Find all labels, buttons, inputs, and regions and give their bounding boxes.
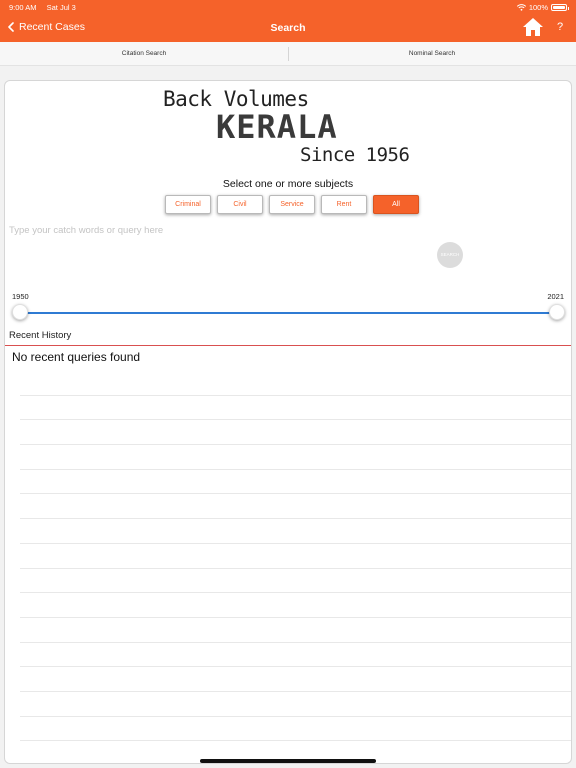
subject-all-button[interactable]: All (373, 195, 419, 214)
top-bar: 9:00 AM Sat Jul 3 100% Recent Cases Sear… (0, 0, 576, 42)
year-min-label: 1950 (12, 292, 29, 301)
logo-line-3: Since 1956 (300, 144, 410, 166)
home-indicator (200, 759, 376, 763)
list-item (20, 593, 571, 618)
status-bar: 9:00 AM Sat Jul 3 100% (9, 2, 569, 12)
status-time: 9:00 AM (9, 2, 37, 12)
list-item (20, 569, 571, 594)
list-item (20, 371, 571, 396)
logo-line-2: KERALA (216, 108, 338, 146)
year-max-label: 2021 (547, 292, 564, 301)
list-item (20, 445, 571, 470)
subject-rent-button[interactable]: Rent (321, 195, 367, 214)
search-button[interactable]: SEARCH (437, 242, 463, 268)
list-item (20, 470, 571, 495)
list-item (20, 643, 571, 668)
subject-prompt: Select one or more subjects (222, 178, 354, 190)
year-range-low-handle[interactable] (12, 304, 28, 320)
list-item (20, 519, 571, 544)
help-button[interactable]: ? (557, 21, 563, 33)
navigation-bar: Recent Cases Search ? (0, 14, 576, 42)
recent-history-divider (5, 345, 571, 346)
list-item (20, 420, 571, 446)
battery-icon (551, 3, 569, 11)
list-item (20, 494, 571, 520)
status-date: Sat Jul 3 (46, 2, 76, 12)
subject-service-button[interactable]: Service (269, 195, 315, 214)
empty-history-message: No recent queries found (12, 350, 141, 364)
subject-filter-group: Criminal Civil Service Rent All (165, 195, 419, 214)
year-range-track[interactable] (19, 312, 557, 314)
subject-civil-button[interactable]: Civil (217, 195, 263, 214)
home-icon[interactable] (522, 17, 544, 37)
list-item (20, 667, 571, 692)
list-item (20, 692, 571, 717)
app-logo: Back Volumes KERALA Since 1956 (163, 87, 423, 169)
subject-criminal-button[interactable]: Criminal (165, 195, 211, 214)
query-input[interactable] (9, 221, 429, 239)
year-range-high-handle[interactable] (549, 304, 565, 320)
page-title: Search (270, 22, 306, 34)
history-list (20, 371, 571, 742)
segment-nominal-search[interactable]: Nominal Search (288, 42, 576, 65)
search-mode-segments: Citation Search Nominal Search (0, 42, 576, 66)
battery-percent: 100% (528, 2, 548, 12)
segment-divider (288, 47, 289, 61)
segment-citation-search[interactable]: Citation Search (0, 42, 288, 65)
list-item (20, 396, 571, 421)
wifi-icon (516, 3, 526, 11)
list-item (20, 544, 571, 569)
list-item (20, 717, 571, 742)
recent-history-heading: Recent History (9, 330, 72, 341)
list-item (20, 618, 571, 643)
search-card: Back Volumes KERALA Since 1956 Select on… (4, 80, 572, 764)
